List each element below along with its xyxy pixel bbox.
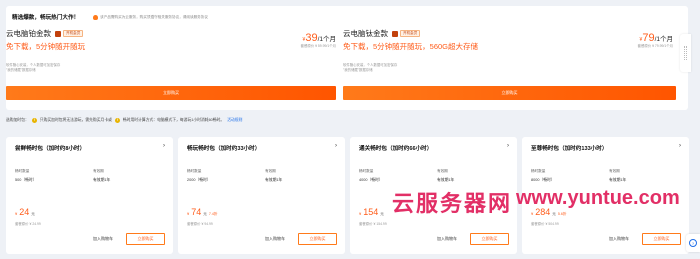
original-price: 套餐原价 ¥ 504.99 — [531, 222, 559, 226]
card-title: 畅玩畅时包（加时约33小时） — [187, 146, 261, 152]
badge-label: 开机会员 — [400, 30, 421, 37]
badge-label: 开机会员 — [63, 30, 84, 37]
plan-description: 软件随心安装，个人数据可加密保存 "我的储藏"数据存储 — [343, 63, 398, 72]
amount-label: 畅时数量 — [187, 169, 202, 173]
card-title: 至尊畅时包（加时约133小时） — [531, 146, 608, 152]
addon-card-trial: 尝鲜畅时包（加时约8小时） › 畅时数量 有效期 500（畅时） 有效期1年 ¥… — [6, 137, 173, 254]
card-price: ¥ 154 元 — [359, 207, 384, 217]
featured-note-text: 该产品需购买为云服务，购买须遵守相关服务协议，请阅读服务协议 — [100, 14, 208, 19]
validity-label: 有效期 — [93, 169, 104, 173]
featured-title: 精选爆款，畅玩热门大作！ — [12, 15, 80, 21]
validity-value: 有效期1年 — [609, 178, 627, 182]
validity-label: 有效期 — [437, 169, 448, 173]
discount-tag: 7.4折 — [208, 212, 218, 216]
floating-help-widget[interactable]: ? — [686, 234, 700, 252]
notice-item: 只购买加时包将无法游玩，需先购买月卡或 — [39, 118, 112, 122]
amount-value: 2000（畅时） — [187, 178, 211, 182]
watermark-url: www.yuntue.com — [516, 187, 680, 209]
card-title: 尝鲜畅时包（加时约8小时） — [15, 146, 86, 152]
warning-icon: ! — [31, 118, 37, 123]
chevron-right-icon[interactable]: › — [335, 143, 337, 149]
amount-value: 4000（畅时） — [359, 178, 383, 182]
plan-titanium: 云电脑钛金款 开机会员 免下载，5分钟随开随玩，560G超大存储 ¥79/1个月… — [343, 28, 673, 78]
amount-label: 畅时数量 — [359, 169, 374, 173]
amount-label: 畅时数量 — [15, 169, 30, 173]
featured-note: 该产品需购买为云服务，购买须遵守相关服务协议，请阅读服务协议 — [93, 14, 208, 20]
add-to-cart-link[interactable]: 加入购物车 — [609, 236, 629, 242]
featured-header: 精选爆款，畅玩热门大作！ 该产品需购买为云服务，购买须遵守相关服务协议，请阅读服… — [12, 13, 208, 21]
chevron-right-icon[interactable]: › — [163, 143, 165, 149]
member-badge: 开机会员 — [392, 30, 421, 37]
plan-platinum: 云电脑铂金款 开机会员 免下载，5分钟随开随玩 ¥39/1个月 套餐原价 ¥ 5… — [6, 28, 336, 78]
side-drawer-handle[interactable] — [680, 34, 691, 72]
member-badge: 开机会员 — [55, 30, 84, 37]
buy-now-button[interactable]: 立即购买 — [470, 233, 509, 245]
addon-notice: 选购加时包： ! 只购买加时包将无法游玩，需先购买月卡或 ! 畅时用时计算方式：… — [6, 118, 242, 123]
buy-now-button-platinum[interactable]: 立即购买 — [6, 86, 336, 100]
card-price: ¥ 74 元 7.4折 — [187, 207, 218, 217]
plan-name: 云电脑钛金款 — [343, 29, 388, 38]
buy-now-button[interactable]: 立即购买 — [298, 233, 337, 245]
card-price: ¥ 24 元 — [15, 207, 35, 217]
amount-value: 8000（畅时） — [531, 178, 555, 182]
card-title: 通关畅时包（加时约66小时） — [359, 146, 433, 152]
add-to-cart-link[interactable]: 加入购物车 — [437, 236, 457, 242]
discount-tag: 5.6折 — [557, 212, 567, 216]
notice-item: 畅时用时计算方式：电脑模式下，每游玩1小时消耗60畅时。 — [122, 118, 225, 122]
help-icon: ? — [689, 239, 697, 247]
validity-value: 有效期1年 — [93, 178, 111, 182]
buy-now-button[interactable]: 立即购买 — [126, 233, 165, 245]
crown-icon — [392, 30, 398, 37]
original-price: 套餐原价 ¥ 24.99 — [15, 222, 41, 226]
addon-card-play: 畅玩畅时包（加时约33小时） › 畅时数量 有效期 2000（畅时） 有效期1年… — [178, 137, 345, 254]
original-price: 套餐原价 ¥ 59.99/1个月 — [300, 44, 336, 48]
notice-prefix: 选购加时包： — [6, 118, 29, 122]
rules-link[interactable]: 活动规则 — [227, 118, 242, 123]
validity-label: 有效期 — [609, 169, 620, 173]
original-price: 套餐原价 ¥ 154.99 — [359, 222, 387, 226]
original-price: 套餐原价 ¥ 94.99 — [187, 222, 213, 226]
buy-now-button[interactable]: 立即购买 — [642, 233, 681, 245]
chevron-right-icon[interactable]: › — [507, 143, 509, 149]
grip-icon — [684, 46, 687, 60]
price-value: 24 — [19, 207, 30, 217]
crown-icon — [55, 30, 61, 37]
validity-value: 有效期1年 — [437, 178, 455, 182]
amount-label: 畅时数量 — [531, 169, 546, 173]
validity-value: 有效期1年 — [265, 178, 283, 182]
chevron-right-icon[interactable]: › — [679, 143, 681, 149]
buy-now-button-titanium[interactable]: 立即购买 — [343, 86, 676, 100]
plan-description: 软件随心安装，个人数据可加密保存 "我的储藏"数据存储 — [6, 63, 61, 72]
watermark-text: 云服务器网 — [392, 191, 513, 216]
plan-subtitle: 免下载，5分钟随开随玩，560G超大存储 — [343, 42, 479, 51]
add-to-cart-link[interactable]: 加入购物车 — [93, 236, 113, 242]
price-value: 154 — [363, 207, 379, 217]
original-price: 套餐原价 ¥ 79.99/1个月 — [637, 44, 673, 48]
plan-subtitle: 免下载，5分钟随开随玩 — [6, 42, 86, 51]
warning-icon: ! — [114, 118, 120, 123]
flame-icon — [93, 14, 99, 20]
add-to-cart-link[interactable]: 加入购物车 — [265, 236, 285, 242]
validity-label: 有效期 — [265, 169, 276, 173]
plan-name: 云电脑铂金款 — [6, 29, 51, 38]
amount-value: 500（畅时） — [15, 178, 37, 182]
price-value: 74 — [191, 207, 202, 217]
